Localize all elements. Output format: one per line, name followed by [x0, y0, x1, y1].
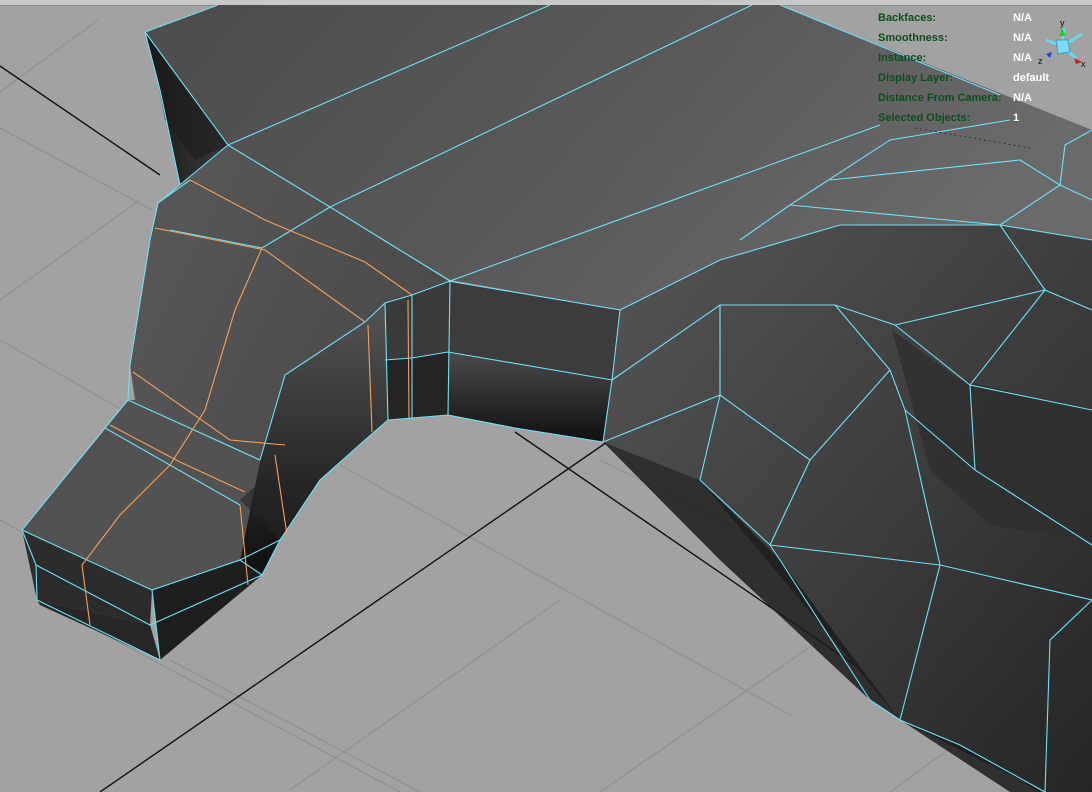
hud-value: N/A — [1013, 52, 1032, 64]
hud-row-distance-from-camera: Distance From Camera: N/A — [878, 88, 1088, 108]
gizmo-z-arrow-icon — [1046, 52, 1052, 58]
model-leg[interactable] — [603, 225, 1092, 792]
view-axis-gizmo-icon[interactable]: y x z — [1036, 18, 1092, 74]
hud-value: N/A — [1013, 32, 1032, 44]
hud-label: Backfaces: — [878, 12, 937, 24]
hud-label: Distance From Camera: — [878, 92, 1002, 104]
perspective-viewport[interactable]: Backfaces: N/A Smoothness: N/A Instance:… — [0, 0, 1092, 792]
gizmo-z-label: z — [1038, 56, 1043, 66]
hud-value: N/A — [1013, 92, 1032, 104]
hud-label: Smoothness: — [878, 32, 948, 44]
gizmo-x-label: x — [1081, 59, 1086, 69]
hud-row-selected-objects: Selected Objects: 1 — [878, 108, 1088, 128]
hud-value: 1 — [1013, 112, 1020, 124]
hud-label: Selected Objects: — [878, 112, 971, 124]
hud-value: N/A — [1013, 12, 1032, 24]
hud-label: Instance: — [878, 52, 927, 64]
hud-label: Display Layer: — [878, 72, 954, 84]
gizmo-y-label: y — [1060, 18, 1065, 28]
